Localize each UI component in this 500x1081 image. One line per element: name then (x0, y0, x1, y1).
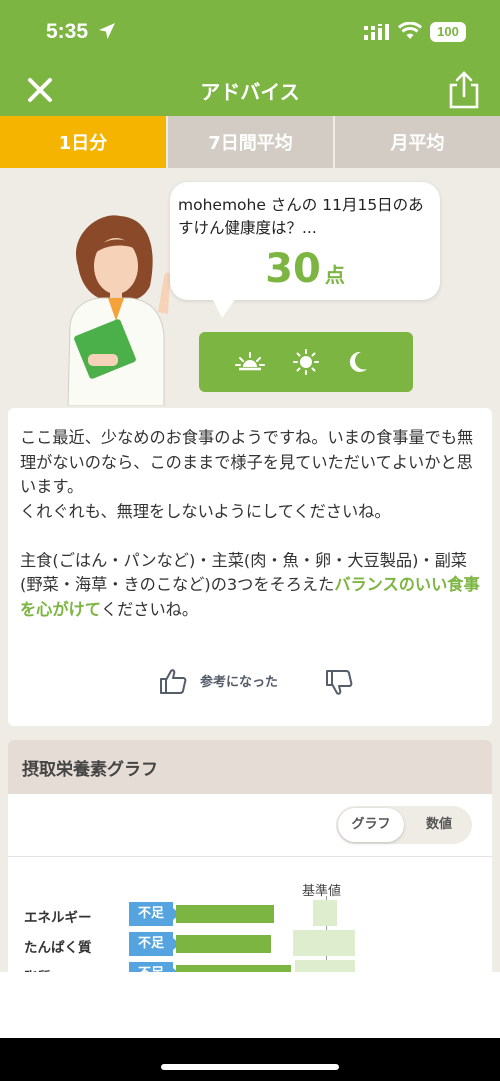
thumbs-down-icon[interactable] (324, 668, 354, 698)
intake-bar (176, 935, 271, 953)
advisor-section: mohemohe さんの 11月15日のあすけん健康度は？... 30 点 (0, 168, 500, 408)
nutrient-row-protein: たんぱく質 不足 (8, 930, 492, 956)
nutrient-graph-title: 摂取栄養素グラフ (22, 760, 158, 780)
meal-time-bar (199, 332, 413, 392)
battery-indicator: 100 (430, 22, 466, 42)
score-value: 30 (265, 246, 321, 292)
nutrient-name: たんぱく質 (24, 940, 92, 956)
sun-icon[interactable] (291, 349, 321, 375)
reference-range (313, 900, 337, 926)
tab-seven-day-average[interactable]: 7日間平均 (166, 116, 333, 168)
helpful-label: 参考になった (200, 675, 279, 690)
score-unit: 点 (324, 263, 345, 287)
status-bar: 5:35 100 (0, 0, 500, 66)
toggle-values[interactable]: 数値 (406, 806, 472, 844)
intake-bar (176, 905, 274, 923)
period-tabs: 1日分 7日間平均 月平均 (0, 116, 500, 168)
nutrient-row-energy: エネルギー 不足 (8, 900, 492, 926)
advice-paragraph-1: ここ最近、少なめのお食事のようですね。いまの食事量でも無理がないのなら、このまま… (20, 428, 474, 496)
status-time: 5:35 (46, 20, 89, 43)
advice-text: ここ最近、少なめのお食事のようですね。いまの食事量でも無理がないのなら、このまま… (20, 426, 482, 622)
reference-label: 基準値 (302, 884, 342, 899)
nav-bar: アドバイス (0, 66, 500, 116)
location-arrow-icon (99, 23, 115, 39)
advice-paragraph-1b: くれぐれも、無理をしないようにしてくださいね。 (20, 501, 391, 521)
nutrient-graph-header: 摂取栄養素グラフ (8, 740, 492, 794)
toggle-graph[interactable]: グラフ (338, 808, 404, 842)
health-score-question: mohemohe さんの 11月15日のあすけん健康度は？... (178, 196, 424, 237)
advice-card: ここ最近、少なめのお食事のようですね。いまの食事量でも無理がないのなら、このまま… (8, 408, 492, 726)
home-indicator[interactable] (161, 1064, 339, 1070)
signal-icon (364, 24, 389, 40)
advice-paragraph-2: 主食(ごはん・パンなど)・主菜(肉・魚・卵・大豆製品)・副菜(野菜・海草・きのこ… (20, 550, 480, 619)
sunrise-icon[interactable] (235, 349, 265, 375)
divider (8, 856, 492, 857)
status-badge: 不足 (129, 932, 180, 956)
thumbs-up-icon[interactable] (158, 666, 188, 696)
page-title: アドバイス (200, 80, 300, 104)
tab-monthly-average[interactable]: 月平均 (333, 116, 500, 168)
home-bar-area (0, 1038, 500, 1081)
status-badge: 不足 (129, 902, 180, 926)
bottom-area (0, 972, 500, 1038)
wifi-icon (398, 22, 422, 39)
tab-one-day[interactable]: 1日分 (0, 116, 166, 168)
view-toggle: グラフ 数値 (336, 806, 472, 844)
advisor-illustration (67, 215, 171, 406)
nutrient-graph-card: 摂取栄養素グラフ グラフ 数値 基準値 エネルギー 不足 たんぱく質 不足 脂質… (8, 740, 492, 980)
speech-bubble: mohemohe さんの 11月15日のあすけん健康度は？... 30 点 (170, 182, 440, 318)
reference-range (293, 930, 355, 956)
share-icon[interactable] (446, 70, 482, 110)
health-score: 30 点 (170, 246, 440, 292)
nutrient-name: エネルギー (24, 910, 92, 926)
moon-icon[interactable] (343, 349, 373, 375)
